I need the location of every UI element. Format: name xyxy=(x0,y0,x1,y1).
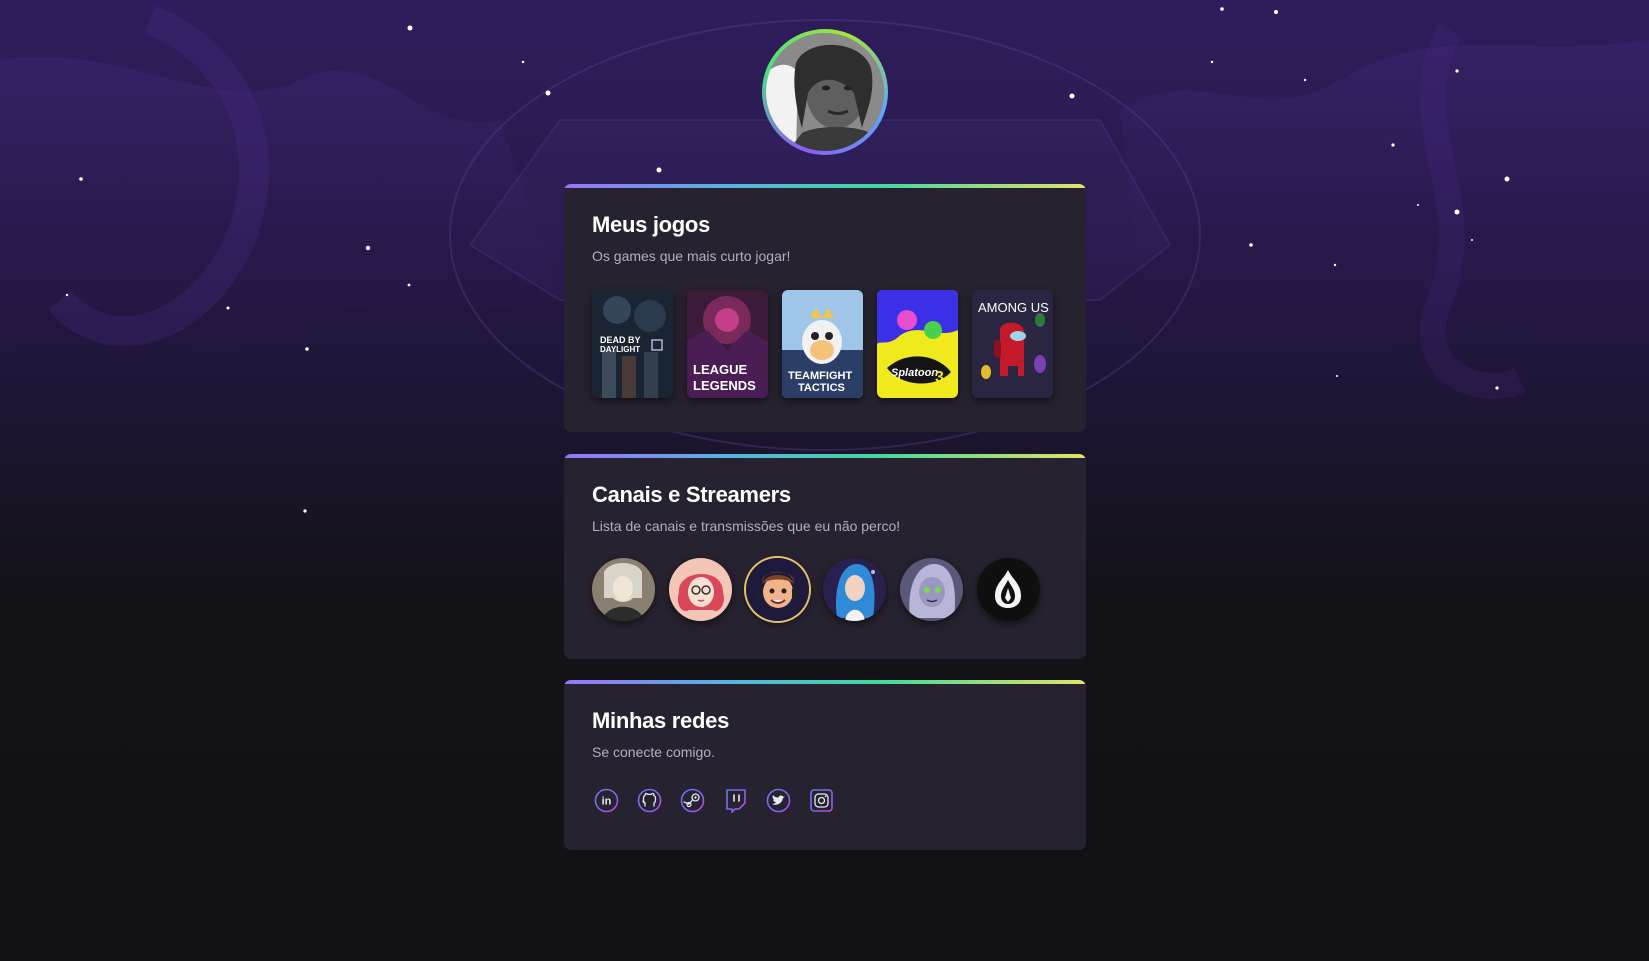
games-card-title: Meus jogos xyxy=(592,212,711,237)
instagram-link[interactable] xyxy=(809,788,834,813)
game-splatoon-line1: Splatoon xyxy=(891,367,938,379)
channel-avatar-1[interactable] xyxy=(592,558,655,621)
instagram-icon xyxy=(810,789,833,812)
socials-card-subtitle: Se conecte comigo. xyxy=(592,744,715,760)
games-card-subtitle: Os games que mais curto jogar! xyxy=(592,248,791,264)
channel-avatar-2[interactable] xyxy=(669,558,732,621)
twitch-icon xyxy=(726,789,746,813)
game-league-of-legends[interactable]: LEAGUE LEGENDS xyxy=(687,290,768,398)
github-link[interactable] xyxy=(637,788,662,813)
channel-avatar-6[interactable] xyxy=(977,558,1040,621)
channel-avatar-4[interactable] xyxy=(823,558,886,621)
steam-link[interactable] xyxy=(680,788,705,813)
game-splatoon-line2: 3 xyxy=(935,369,944,386)
profile-avatar xyxy=(766,33,884,151)
channel-avatar-5[interactable] xyxy=(900,558,963,621)
twitter-icon xyxy=(766,788,791,813)
game-dbd-line1: DEAD BY xyxy=(600,335,641,345)
game-tft-line1: TEAMFIGHT xyxy=(788,370,852,382)
channel-avatar-3[interactable] xyxy=(746,558,809,621)
game-among-us[interactable]: AMONG US xyxy=(972,290,1053,398)
linkedin-link[interactable]: in xyxy=(594,788,619,813)
game-dbd-line2: DAYLIGHT xyxy=(600,345,640,354)
social-links: in xyxy=(592,788,1058,813)
games-card: Meus jogos Os games que mais curto jogar… xyxy=(564,184,1086,432)
game-among-us-title: AMONG US xyxy=(978,300,1049,315)
profile-avatar-ring xyxy=(762,29,888,155)
channels-card-title: Canais e Streamers xyxy=(592,482,791,507)
game-splatoon-3[interactable]: Splatoon 3 xyxy=(877,290,958,398)
game-dead-by-daylight[interactable]: DEAD BY DAYLIGHT xyxy=(592,290,673,398)
socials-card: Minhas redes Se conecte comigo. in xyxy=(564,680,1086,850)
channels-list xyxy=(592,558,1058,621)
github-icon xyxy=(637,788,662,813)
twitter-link[interactable] xyxy=(766,788,791,813)
games-list: DEAD BY DAYLIGHT LEAGUE LEGENDS TEAMFIGH… xyxy=(592,290,1058,398)
game-teamfight-tactics[interactable]: TEAMFIGHT TACTICS xyxy=(782,290,863,398)
twitch-link[interactable] xyxy=(723,788,748,813)
linkedin-glyph: in xyxy=(602,796,612,808)
channels-card: Canais e Streamers Lista de canais e tra… xyxy=(564,454,1086,659)
channels-card-subtitle: Lista de canais e transmissões que eu nã… xyxy=(592,518,901,534)
linkedin-icon: in xyxy=(594,788,619,813)
game-lol-line2: LEGENDS xyxy=(693,378,756,393)
steam-icon xyxy=(680,788,705,813)
game-tft-line2: TACTICS xyxy=(798,382,845,394)
socials-card-title: Minhas redes xyxy=(592,708,730,733)
game-lol-line1: LEAGUE xyxy=(693,362,748,377)
